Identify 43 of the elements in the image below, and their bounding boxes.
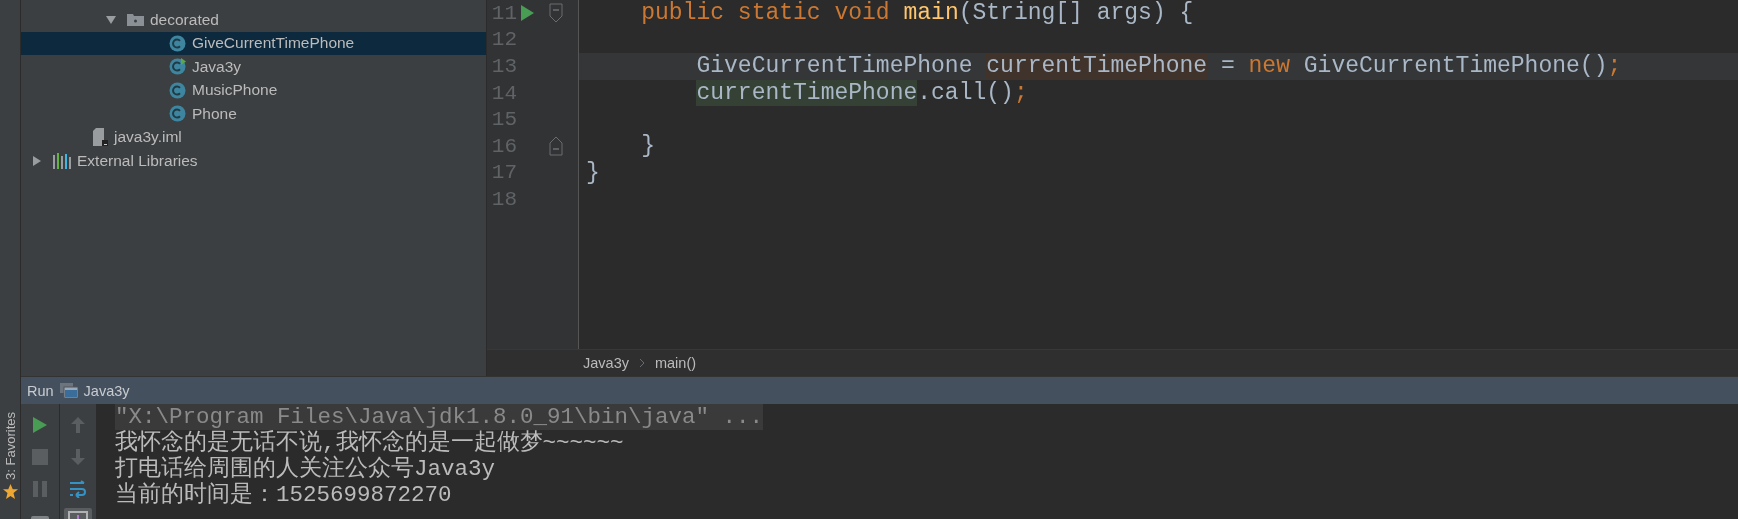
down-arrow-icon <box>71 449 85 465</box>
run-icon <box>32 416 48 434</box>
favorites-tab[interactable]: 3: Favorites <box>2 412 18 480</box>
expanded-arrow-icon[interactable] <box>105 13 117 26</box>
fold-icon[interactable] <box>549 136 563 157</box>
tree-label: decorated <box>150 10 219 29</box>
fold-icon[interactable] <box>549 3 563 24</box>
tree-row[interactable]: Phone <box>21 102 486 126</box>
console-output: 打电话给周围的人关注公众号Java3y <box>115 456 495 482</box>
tree-row[interactable]: External Libraries <box>21 149 486 173</box>
tree-label: Java3y <box>192 57 242 76</box>
file-icon <box>93 128 108 147</box>
tree-row[interactable]: java3y.iml <box>21 125 486 149</box>
tree-label: MusicPhone <box>192 81 278 100</box>
pause-icon <box>33 481 47 497</box>
folder-icon <box>127 13 144 27</box>
collapsed-arrow-icon[interactable] <box>31 154 43 167</box>
breadcrumb[interactable]: main() <box>654 355 697 372</box>
wrap-icon <box>68 480 88 498</box>
tree-row[interactable]: GiveCurrentTimePhone <box>21 31 486 55</box>
tree-label: External Libraries <box>77 151 198 170</box>
run-panel-title: Run <box>27 382 54 399</box>
chevron-icon <box>638 358 645 369</box>
console-output: 我怀念的是无话不说,我怀念的是一起做梦~~~~~~ <box>115 430 624 456</box>
breadcrumb[interactable]: Java3y <box>583 355 629 372</box>
tree-label: java3y.iml <box>114 128 182 147</box>
code-line: } <box>640 133 656 160</box>
run-icon[interactable] <box>520 5 534 22</box>
library-icon <box>53 152 71 169</box>
code-line: } <box>586 159 600 186</box>
code-line: public static void main(String[] args) { <box>640 0 1194 27</box>
code-line: GiveCurrentTimePhone currentTimePhone = new GiveCurrentTimePhone(); <box>695 53 1622 80</box>
tree-label: GiveCurrentTimePhone <box>192 34 355 53</box>
tree-row[interactable]: decorated <box>21 8 486 32</box>
stop-icon <box>32 449 48 465</box>
tree-label: Phone <box>192 104 237 123</box>
window-icon <box>59 383 78 398</box>
star-icon <box>2 484 18 499</box>
tree-row[interactable]: Java3y <box>21 55 486 79</box>
tree-row[interactable]: MusicPhone <box>21 78 486 102</box>
run-configuration-tab[interactable]: Java3y <box>83 382 130 399</box>
console-output: 当前的时间是：1525699872270 <box>115 482 452 508</box>
up-arrow-icon <box>71 417 85 433</box>
